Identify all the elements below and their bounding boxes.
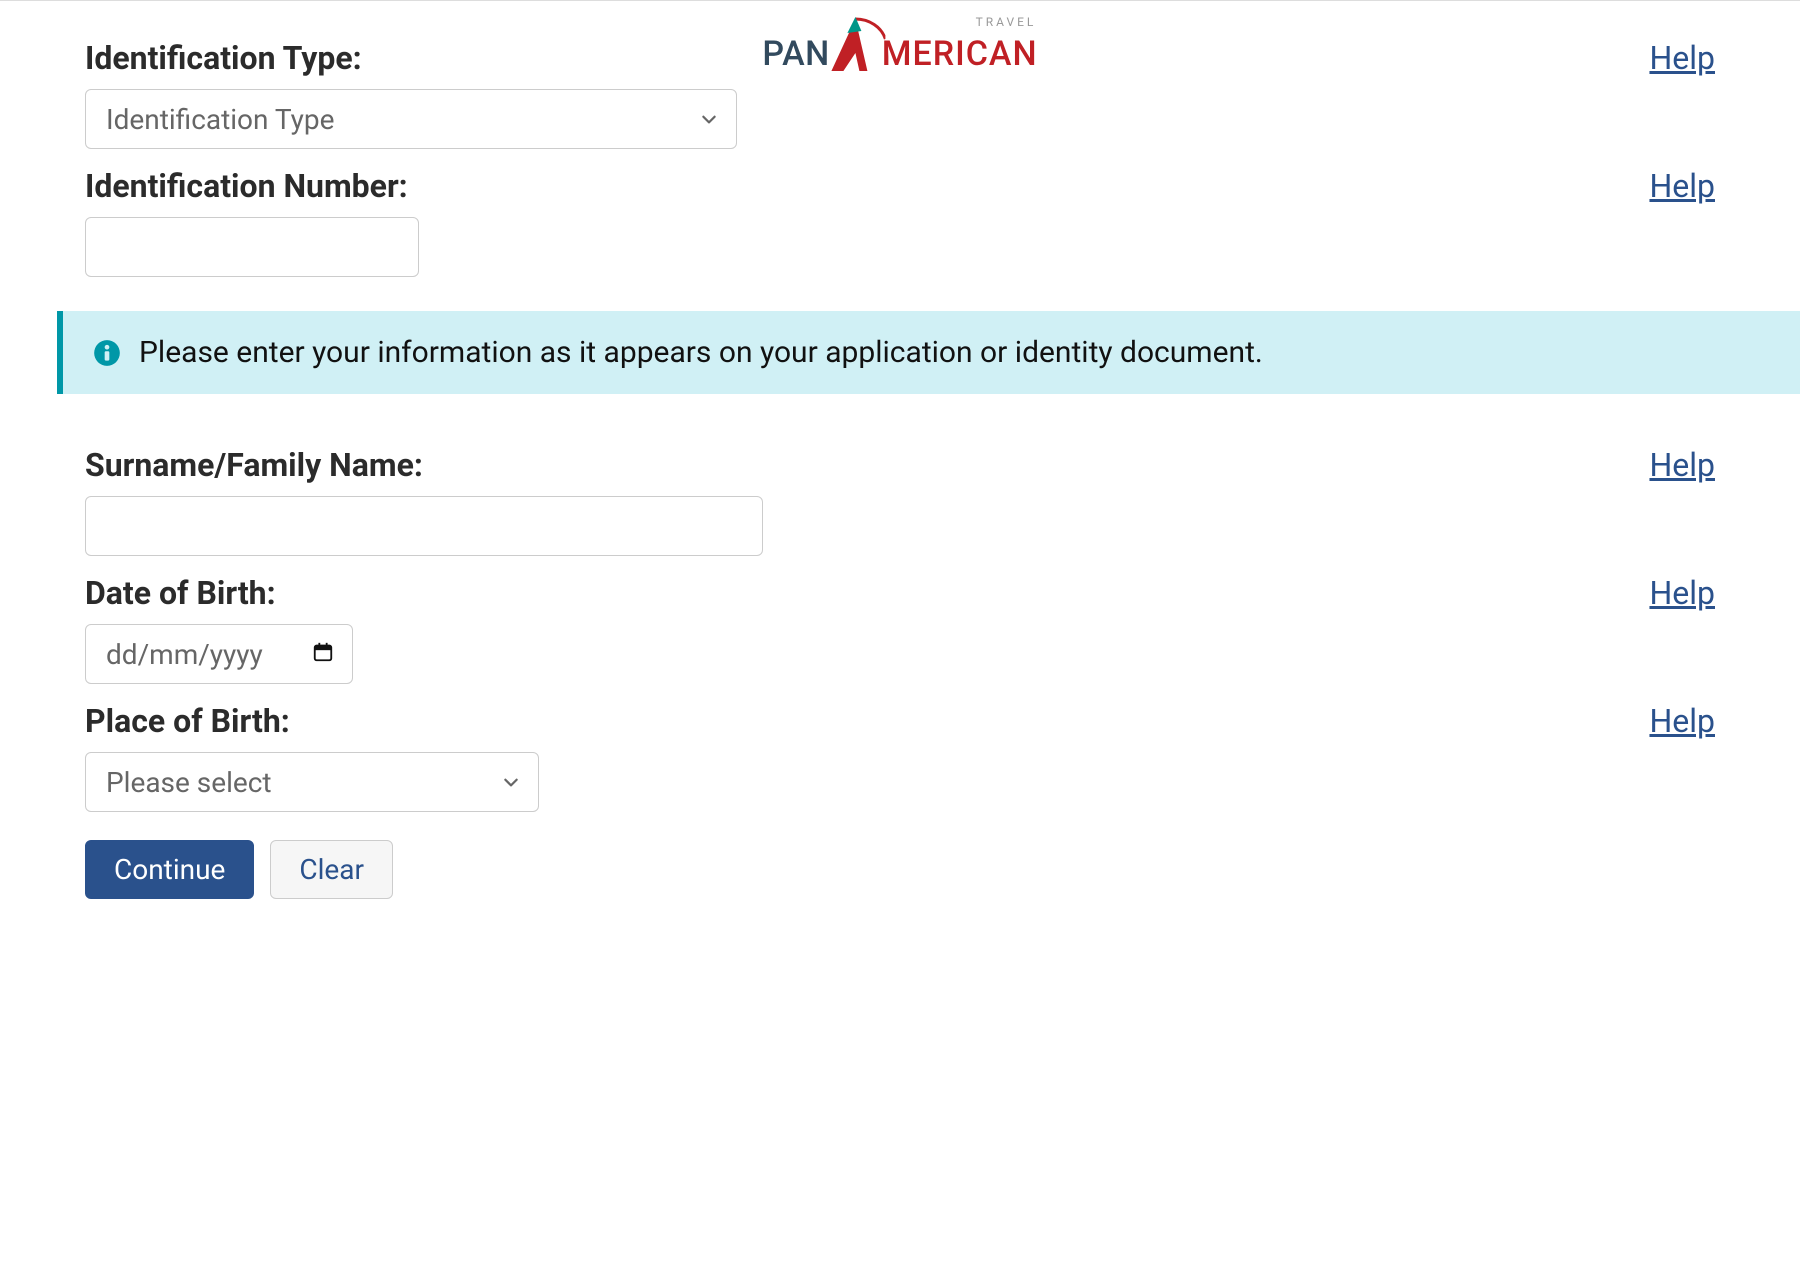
pob-select[interactable]: Please select (85, 752, 539, 812)
dob-input[interactable]: dd/mm/yyyy (85, 624, 353, 684)
info-banner: Please enter your information as it appe… (57, 311, 1800, 394)
logo-text-right: MERICAN (882, 37, 1038, 73)
page-container: PAN MERICAN TRAVEL Identification Type: … (0, 0, 1800, 939)
logo-text-left: PAN (762, 37, 829, 73)
dob-placeholder: dd/mm/yyyy (106, 638, 292, 671)
info-icon (93, 339, 121, 367)
id-number-input[interactable] (85, 217, 419, 277)
continue-button[interactable]: Continue (85, 840, 254, 899)
logo-tagline: TRAVEL (976, 15, 1037, 29)
surname-input[interactable] (85, 496, 763, 556)
id-number-label: Identification Number: (85, 167, 408, 205)
dob-label: Date of Birth: (85, 574, 276, 612)
dob-help-link[interactable]: Help (1649, 574, 1715, 612)
brand-logo: PAN MERICAN TRAVEL (762, 13, 1037, 73)
id-type-help-link[interactable]: Help (1649, 39, 1715, 77)
calendar-icon[interactable] (312, 641, 334, 667)
id-number-help-link[interactable]: Help (1649, 167, 1715, 205)
surname-label: Surname/Family Name: (85, 446, 423, 484)
info-text: Please enter your information as it appe… (139, 335, 1263, 370)
surname-help-link[interactable]: Help (1649, 446, 1715, 484)
pob-label: Place of Birth: (85, 702, 290, 740)
clear-button[interactable]: Clear (270, 840, 393, 899)
id-type-label: Identification Type: (85, 39, 362, 77)
pob-help-link[interactable]: Help (1649, 702, 1715, 740)
logo-a-icon (826, 13, 886, 73)
id-type-select[interactable]: Identification Type (85, 89, 737, 149)
